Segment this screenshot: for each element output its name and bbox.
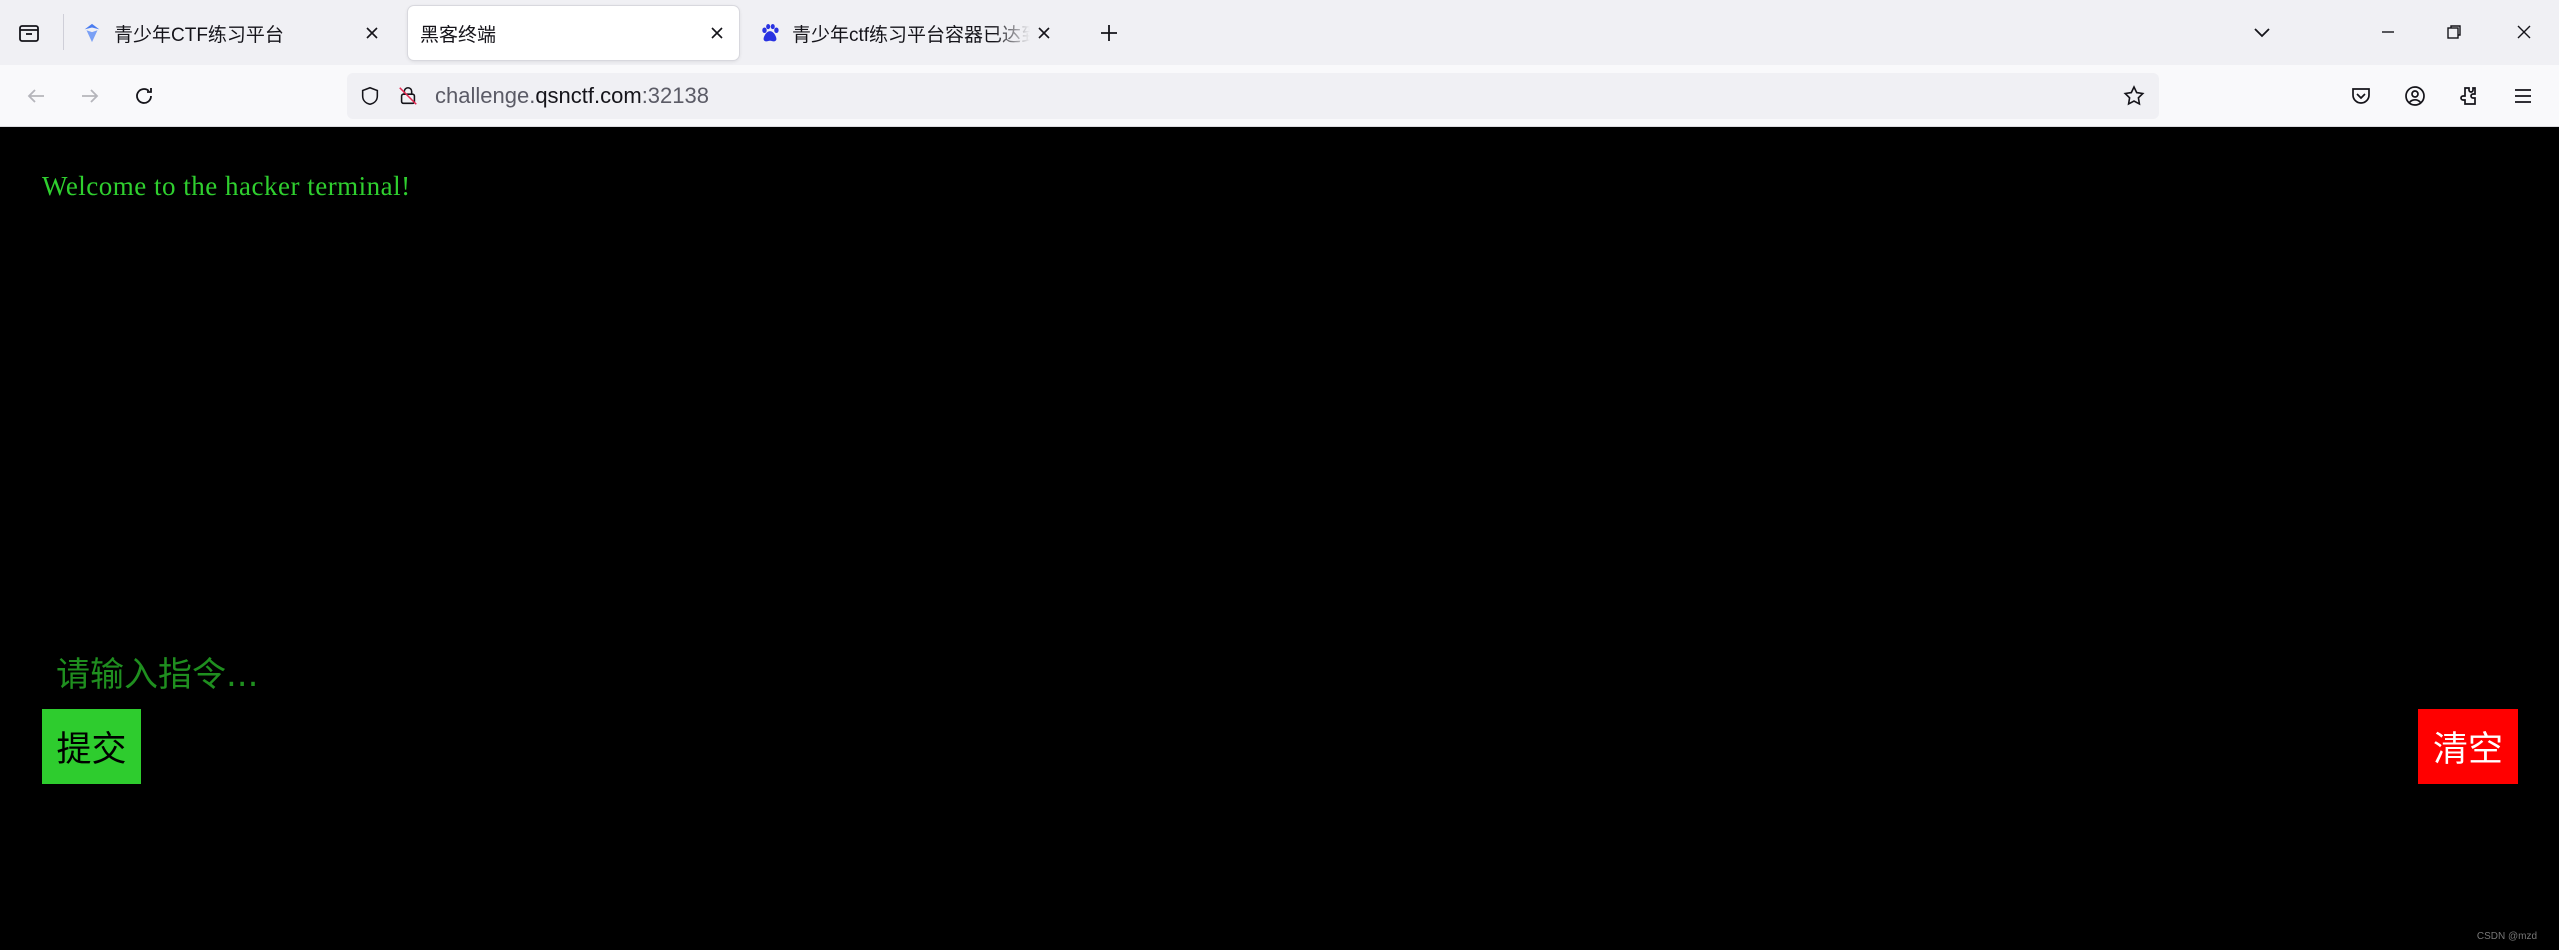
tab-baidu-search[interactable]: 青少年ctf练习平台容器已达到最 (746, 6, 1066, 60)
close-icon[interactable] (703, 19, 731, 47)
submit-button[interactable]: 提交 (42, 709, 141, 784)
pocket-icon[interactable] (2344, 79, 2378, 113)
forward-arrow-icon[interactable] (72, 78, 108, 114)
url-text[interactable]: challenge.qsnctf.com:32138 (435, 83, 709, 109)
list-all-tabs-chevron-down-icon[interactable] (2246, 16, 2278, 48)
bookmark-star-icon[interactable] (2119, 81, 2149, 111)
restore-icon[interactable] (2438, 16, 2470, 48)
qsnctf-logo-icon (80, 21, 104, 45)
account-icon[interactable] (2398, 79, 2432, 113)
tab-title: 青少年ctf练习平台容器已达到最 (792, 24, 1030, 46)
baidu-paw-icon (758, 21, 782, 45)
tab-divider (63, 14, 64, 50)
tab-hacker-terminal[interactable]: 黑客终端 (408, 6, 739, 60)
browser-chrome: 青少年CTF练习平台 黑客终端 青少年ctf练习平台容器已达到最 (0, 0, 2559, 127)
url-port: :32138 (641, 83, 709, 108)
command-input[interactable] (42, 649, 2512, 701)
url-subdomain: challenge. (435, 83, 536, 108)
tab-strip: 青少年CTF练习平台 黑客终端 青少年ctf练习平台容器已达到最 (0, 0, 2559, 65)
close-icon[interactable] (358, 19, 386, 47)
close-window-icon[interactable] (2508, 16, 2540, 48)
minimize-icon[interactable] (2372, 16, 2404, 48)
reload-icon[interactable] (126, 78, 162, 114)
clear-button[interactable]: 清空 (2418, 709, 2518, 784)
tab-qsnctf[interactable]: 青少年CTF练习平台 (68, 6, 394, 60)
navigation-toolbar: challenge.qsnctf.com:32138 (0, 65, 2559, 127)
tab-overview-icon[interactable] (14, 18, 44, 48)
close-icon[interactable] (1030, 19, 1058, 47)
new-tab-plus-icon[interactable] (1094, 18, 1124, 48)
hacker-terminal-page: Welcome to the hacker terminal! 提交 清空 CS… (0, 127, 2559, 950)
extensions-puzzle-icon[interactable] (2452, 79, 2486, 113)
welcome-message: Welcome to the hacker terminal! (42, 171, 411, 201)
url-bar[interactable]: challenge.qsnctf.com:32138 (347, 73, 2159, 119)
back-arrow-icon[interactable] (18, 78, 54, 114)
tab-title: 青少年CTF练习平台 (114, 24, 284, 46)
shield-icon[interactable] (355, 81, 385, 111)
watermark: CSDN @mzd (2476, 931, 2537, 942)
menu-hamburger-icon[interactable] (2506, 79, 2540, 113)
tab-title: 黑客终端 (420, 24, 497, 46)
insecure-lock-icon[interactable] (393, 81, 423, 111)
url-host: qsnctf.com (535, 83, 642, 108)
